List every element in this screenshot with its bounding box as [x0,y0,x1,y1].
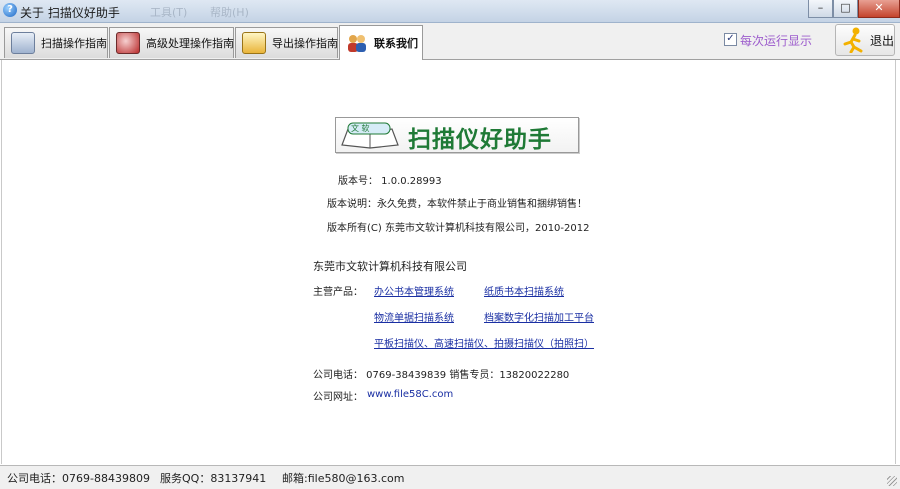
export-icon [242,32,266,54]
status-qq: 服务QQ：83137941 [160,472,267,485]
exit-button[interactable]: 退出 [835,24,895,56]
scanner-icon [11,32,35,54]
status-email: 邮箱:file580@163.com [282,472,405,485]
minimize-button[interactable]: – [808,0,833,18]
window-title: 关于 扫描仪好助手 [20,6,120,20]
product-link[interactable]: 纸质书本扫描系统 [484,283,564,298]
title-bar: ? 关于 扫描仪好助手 工具(T) 帮助(H) – □ ✕ [0,0,900,23]
tab-advanced-guide[interactable]: 高级处理操作指南 [109,27,234,58]
process-icon [116,32,140,54]
close-button[interactable]: ✕ [858,0,900,18]
tab-label: 扫描操作指南 [41,37,107,50]
help-icon: ? [3,3,17,17]
company-name: 东莞市文软计算机科技有限公司 [313,260,467,273]
tab-export-guide[interactable]: 导出操作指南 [235,27,338,58]
logo-text: 扫描仪好助手 [408,127,552,153]
product-logo: 文 软 扫描仪好助手 [335,117,579,153]
website-link[interactable]: www.file58C.com [367,389,453,400]
phone-line: 公司电话： 0769-38439839 销售专员：13820022280 [313,370,570,381]
tab-label: 高级处理操作指南 [146,37,234,50]
status-bar: 公司电话：0769-88439809 服务QQ：83137941 邮箱:file… [0,465,900,489]
maximize-button[interactable]: □ [833,0,858,18]
exit-label: 退出 [870,34,895,48]
show-on-startup-checkbox[interactable]: ✓ [724,33,737,46]
resize-grip[interactable] [887,476,897,486]
products-label: 主营产品： [313,287,363,298]
status-phone: 公司电话：0769-88439809 [7,472,150,485]
product-link[interactable]: 物流单据扫描系统 [374,309,454,324]
background-menu-item: 工具(T) [150,6,188,19]
book-icon [341,122,399,149]
background-menu-item: 帮助(H) [210,6,249,19]
show-on-startup-label: 每次运行显示 [740,34,813,48]
website-label: 公司网址： [313,392,363,403]
product-link[interactable]: 档案数字化扫描加工平台 [484,309,594,324]
logo-badge: 文 软 [351,124,370,133]
product-link[interactable]: 平板扫描仪、高速扫描仪、拍摄扫描仪（拍照扫） [374,335,594,350]
copyright-text: 版本所有(C) 东莞市文软计算机科技有限公司，2010-2012 [327,223,590,234]
tab-label: 联系我们 [374,37,418,50]
statement-text: 版本说明：永久免费，本软件禁止于商业销售和捆绑销售！ [327,199,587,210]
running-man-icon [843,27,863,53]
tab-scan-guide[interactable]: 扫描操作指南 [4,27,108,58]
tab-contact-us[interactable]: 联系我们 [339,25,423,60]
product-link[interactable]: 办公书本管理系统 [374,283,454,298]
contacts-icon [346,33,368,53]
tab-label: 导出操作指南 [272,37,338,50]
version-text: 版本号： 1.0.0.28993 [338,176,442,187]
